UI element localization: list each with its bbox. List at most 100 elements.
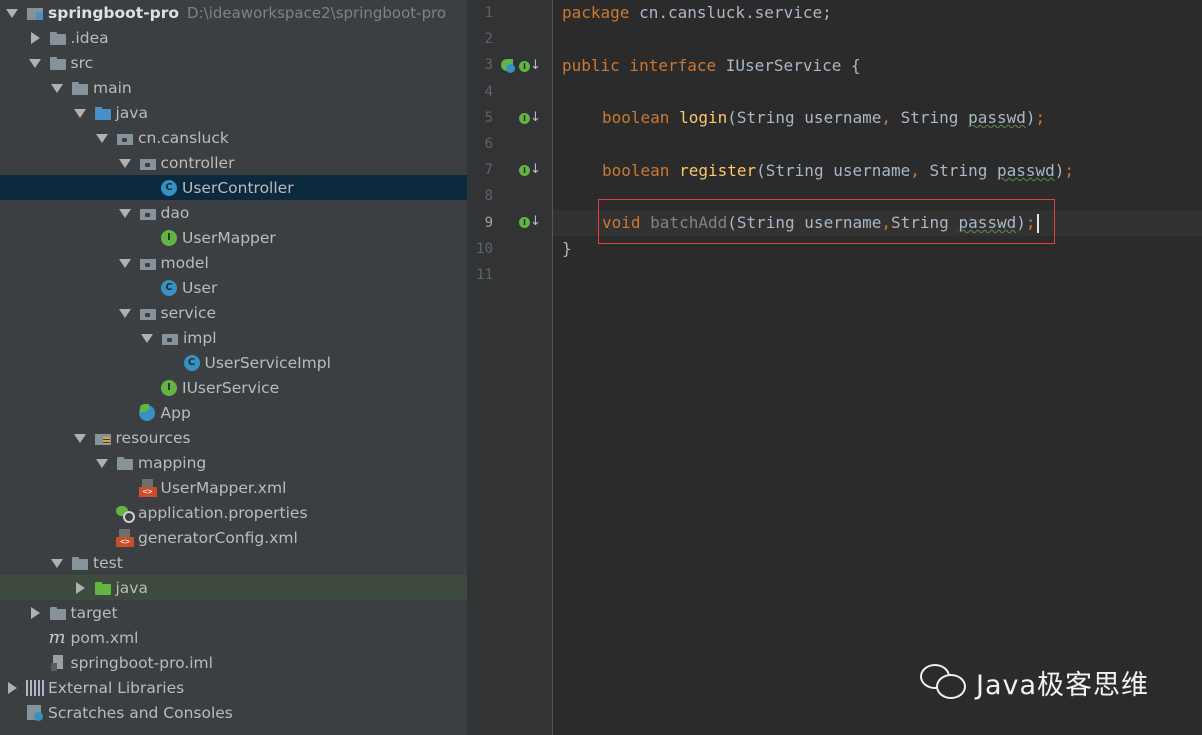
tree-item-label: springboot-pro — [48, 3, 180, 22]
tree-item-impl[interactable]: impl — [0, 325, 467, 350]
tree-item-target[interactable]: target — [0, 600, 467, 625]
chevron-down-icon[interactable] — [118, 156, 131, 170]
chevron-right-icon[interactable] — [6, 681, 18, 695]
tree-item-label: src — [70, 53, 94, 72]
implemented-marker-icon[interactable]: I ↓ — [516, 58, 541, 76]
code-text: (String username — [727, 108, 882, 127]
chevron-right-icon[interactable] — [29, 31, 41, 45]
line-number: 8 — [484, 188, 493, 205]
line-number: 1 — [484, 5, 493, 21]
chevron-down-icon[interactable] — [51, 81, 63, 95]
chevron-down-icon[interactable] — [73, 431, 86, 445]
code-line-5[interactable]: boolean login(String username, String pa… — [602, 105, 1045, 131]
implemented-marker-icon[interactable]: I ↓ — [516, 214, 541, 232]
chevron-down-icon[interactable] — [96, 131, 108, 145]
package-icon — [139, 205, 157, 221]
package-icon — [116, 130, 134, 146]
chevron-down-icon[interactable] — [51, 556, 63, 570]
line-number: 9 — [484, 214, 493, 231]
tree-item-iuserservice[interactable]: I IUserService — [0, 375, 467, 400]
code-line-1[interactable]: package cn.cansluck.service; — [562, 0, 832, 26]
tree-item-src[interactable]: src — [0, 50, 467, 75]
implemented-marker-icon[interactable]: I ↓ — [516, 110, 541, 128]
chevron-down-icon[interactable] — [28, 56, 41, 70]
tree-item-app[interactable]: App — [0, 400, 467, 425]
tree-item-springboot-pro[interactable]: springboot-pro D:\ideaworkspace2\springbo… — [0, 0, 467, 25]
code-text: cn.cansluck.service; — [629, 3, 832, 22]
tree-item-label: service — [160, 303, 217, 322]
method-name: login — [669, 108, 728, 127]
tree-item-model[interactable]: model — [0, 250, 467, 275]
folder-icon — [116, 455, 134, 471]
chevron-down-icon[interactable] — [96, 456, 108, 470]
tree-item-dao[interactable]: dao — [0, 200, 467, 225]
code-line-7[interactable]: boolean register(String username, String… — [602, 158, 1074, 184]
tree-item-java[interactable]: java — [0, 575, 467, 600]
source-folder-icon — [94, 105, 112, 121]
class-icon: C — [161, 279, 177, 296]
typo-param: passwd — [968, 108, 1026, 127]
chevron-right-icon[interactable] — [29, 606, 41, 620]
keyword: package — [562, 3, 630, 22]
chevron-down-icon[interactable] — [141, 331, 153, 345]
tree-item-application-properties[interactable]: application.properties — [0, 500, 467, 525]
watermark: Java极客思维 — [918, 660, 1149, 704]
chevron-down-icon[interactable] — [118, 256, 131, 270]
tree-item-label: dao — [160, 203, 190, 222]
tree-item-label: UserController — [182, 178, 294, 197]
punctuation: ; — [1035, 108, 1046, 127]
tree-item-usercontroller[interactable]: C UserController — [0, 175, 467, 200]
tree-item-resources[interactable]: resources — [0, 425, 467, 450]
iml-file-icon — [49, 654, 67, 672]
tree-item-mapping[interactable]: mapping — [0, 450, 467, 475]
tree-item-main[interactable]: main — [0, 75, 467, 100]
chevron-down-icon[interactable] — [118, 306, 131, 320]
maven-icon: m — [48, 626, 66, 648]
chevron-down-icon[interactable] — [73, 106, 86, 120]
chevron-right-icon[interactable] — [74, 581, 86, 595]
tree-item-external-libraries[interactable]: External Libraries — [0, 675, 467, 700]
code-editor[interactable]: package cn.cansluck.service; public inte… — [553, 0, 1202, 735]
tree-item-pom-xml[interactable]: m pom.xml — [0, 625, 467, 650]
tree-item-cn-cansluck[interactable]: cn.cansluck — [0, 125, 467, 150]
tree-item-label: test — [93, 553, 123, 572]
class-icon: C — [161, 179, 177, 196]
tree-item-scratches-and-consoles[interactable]: Scratches and Consoles — [0, 700, 467, 725]
tree-item-userserviceimpl[interactable]: C UserServiceImpl — [0, 350, 467, 375]
watermark-text: Java极客思维 — [976, 669, 1150, 701]
spring-bean-icon[interactable] — [501, 59, 515, 73]
code-line-10[interactable]: } — [562, 236, 572, 262]
tree-item--idea[interactable]: .idea — [0, 25, 467, 50]
project-icon — [26, 5, 44, 21]
tree-item-label: IUserService — [182, 378, 280, 397]
keyword: boolean — [602, 108, 670, 127]
chevron-down-icon[interactable] — [6, 6, 18, 20]
tree-item-controller[interactable]: controller — [0, 150, 467, 175]
punctuation: ; — [1064, 161, 1075, 180]
tree-item-springboot-pro-iml[interactable]: springboot-pro.iml — [0, 650, 467, 675]
code-line-3[interactable]: public interface IUserService { — [562, 53, 861, 79]
implemented-marker-icon[interactable]: I ↓ — [516, 162, 541, 180]
tree-item-generatorconfig-xml[interactable]: generatorConfig.xml — [0, 525, 467, 550]
chevron-down-icon[interactable] — [118, 206, 131, 220]
keyword: interface — [619, 56, 717, 75]
tree-item-label: impl — [183, 328, 217, 347]
method-name: register — [669, 161, 757, 180]
tree-item-java[interactable]: java — [0, 100, 467, 125]
tree-item-usermapper[interactable]: I UserMapper — [0, 225, 467, 250]
tree-item-label: target — [70, 603, 118, 622]
tree-item-user[interactable]: C User — [0, 275, 467, 300]
interface-icon: I — [161, 379, 177, 396]
folder-icon — [49, 55, 67, 71]
code-text: (String username — [756, 161, 911, 180]
scratches-icon — [26, 704, 44, 722]
code-text: String — [891, 108, 969, 127]
class-icon: C — [183, 354, 200, 371]
tree-item-label: External Libraries — [48, 678, 185, 697]
tree-item-usermapper-xml[interactable]: UserMapper.xml — [0, 475, 467, 500]
tree-item-label: Scratches and Consoles — [48, 703, 233, 722]
code-text: } — [562, 239, 572, 258]
punctuation: , — [910, 161, 920, 180]
tree-item-test[interactable]: test — [0, 550, 467, 575]
tree-item-service[interactable]: service — [0, 300, 467, 325]
